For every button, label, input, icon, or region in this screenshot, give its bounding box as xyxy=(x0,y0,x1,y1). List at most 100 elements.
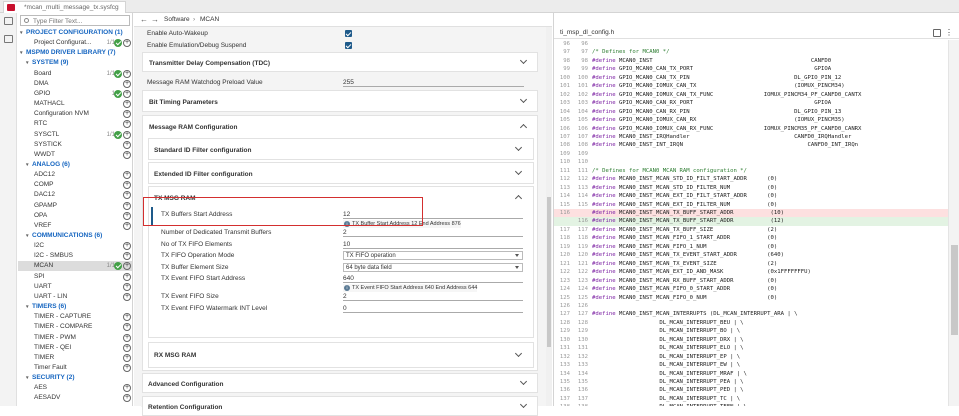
tree-item[interactable]: VREF + xyxy=(18,221,132,231)
tree-category[interactable]: ▾ SECURITY (2) xyxy=(18,373,132,383)
add-instance-icon[interactable]: + xyxy=(123,181,131,190)
add-instance-icon[interactable]: + xyxy=(123,343,131,352)
tree-item[interactable]: SYSCTL 1/1 + xyxy=(18,130,132,140)
add-instance-icon[interactable]: + xyxy=(123,69,131,78)
watchdog-field[interactable]: 255 xyxy=(343,78,524,87)
add-instance-icon[interactable]: + xyxy=(123,221,131,230)
tree-item[interactable]: MATHACL + xyxy=(18,99,132,109)
tx-field-input[interactable]: 640 xyxy=(343,274,523,284)
tree-item[interactable]: I2C + xyxy=(18,241,132,251)
tree-item[interactable]: TIMER - PWM + xyxy=(18,333,132,343)
chevron-up-icon[interactable] xyxy=(519,123,528,132)
tree-item[interactable]: I2C - SMBUS + xyxy=(18,251,132,261)
tree-item[interactable]: RTC + xyxy=(18,119,132,129)
add-instance-icon[interactable]: + xyxy=(123,79,131,88)
code-view[interactable]: 96 96 97 97 /* Defines for MCAN0 */ 98 98 #defi… xyxy=(554,40,949,406)
modules-icon[interactable] xyxy=(4,35,13,43)
tree-item[interactable]: GPIO1+ xyxy=(18,89,132,99)
add-instance-icon[interactable]: + xyxy=(123,252,131,261)
add-instance-icon[interactable]: + xyxy=(123,272,131,281)
tx-field-input[interactable]: 0 xyxy=(343,304,523,313)
tree-item[interactable]: WWDT + xyxy=(18,150,132,160)
tx-field-select[interactable]: 64 byte data field xyxy=(343,262,523,272)
add-instance-icon[interactable]: + xyxy=(123,394,131,403)
add-instance-icon[interactable]: + xyxy=(123,110,131,119)
tree-item[interactable]: UART - LIN + xyxy=(18,292,132,302)
add-instance-icon[interactable]: + xyxy=(123,39,131,48)
auto-wakeup-checkbox[interactable] xyxy=(345,30,352,37)
dropdown-caret-icon[interactable] xyxy=(515,265,519,269)
add-instance-icon[interactable]: + xyxy=(123,130,131,139)
tree-item[interactable]: Board 1/1 + xyxy=(18,69,132,79)
tree-item[interactable]: UART + xyxy=(18,282,132,292)
tree-item[interactable]: COMP + xyxy=(18,180,132,190)
add-instance-icon[interactable]: + xyxy=(123,120,131,129)
tx-field-input[interactable]: 10 xyxy=(343,240,523,249)
add-instance-icon[interactable]: + xyxy=(123,100,131,109)
add-instance-icon[interactable]: + xyxy=(123,323,131,332)
bit-timing-section[interactable]: Bit Timing Parameters xyxy=(142,90,538,112)
explorer-icon[interactable] xyxy=(4,17,13,25)
tree-item[interactable]: MCAN 1/1 + xyxy=(18,261,132,272)
add-instance-icon[interactable]: + xyxy=(123,282,131,291)
config-scrollbar[interactable] xyxy=(546,27,552,406)
tree-category[interactable]: ▾ TIMERS (6) xyxy=(18,302,132,312)
chevron-down-icon[interactable] xyxy=(519,56,528,65)
tx-field-input[interactable]: 2 xyxy=(343,292,523,302)
std-filter-section[interactable]: Standard ID Filter configuration xyxy=(148,138,534,160)
tree-item[interactable]: AES + xyxy=(18,383,132,393)
code-scrollbar-thumb[interactable] xyxy=(951,245,958,335)
add-instance-icon[interactable]: + xyxy=(123,211,131,220)
breadcrumb-root[interactable]: Software xyxy=(164,13,190,27)
add-instance-icon[interactable]: + xyxy=(123,363,131,372)
add-instance-icon[interactable]: + xyxy=(123,353,131,362)
advanced-section[interactable]: Advanced Configuration xyxy=(142,373,538,393)
tree-item[interactable]: SPI + xyxy=(18,272,132,282)
add-instance-icon[interactable]: + xyxy=(123,292,131,301)
rx-msg-ram-section[interactable]: RX MSG RAM xyxy=(148,342,534,368)
chevron-down-icon[interactable] xyxy=(519,377,528,386)
tx-field-input[interactable]: 2 xyxy=(343,228,523,237)
tree-item[interactable]: OPA + xyxy=(18,211,132,221)
dropdown-caret-icon[interactable] xyxy=(515,254,519,258)
retention-section[interactable]: Retention Configuration xyxy=(142,396,538,416)
chevron-up-icon[interactable] xyxy=(514,194,523,203)
chevron-down-icon[interactable] xyxy=(514,349,523,358)
chevron-down-icon[interactable] xyxy=(519,400,528,409)
tree-item[interactable]: SYSTICK + xyxy=(18,140,132,150)
add-instance-icon[interactable]: + xyxy=(123,89,131,98)
tree-category[interactable]: ▾ SYSTEM (9) xyxy=(18,58,132,68)
config-scrollbar-thumb[interactable] xyxy=(547,197,551,347)
add-instance-icon[interactable]: + xyxy=(123,140,131,149)
add-instance-icon[interactable]: + xyxy=(123,201,131,210)
tree-category[interactable]: ▾ COMMUNICATIONS (6) xyxy=(18,231,132,241)
tree-category[interactable]: ▾ ANALOG (6) xyxy=(18,160,132,170)
tree-item[interactable]: ADC12 + xyxy=(18,170,132,180)
chevron-down-icon[interactable] xyxy=(514,167,523,176)
tree-item[interactable]: Project Configurat... 1/1 + xyxy=(18,38,132,48)
chevron-down-icon[interactable] xyxy=(519,95,528,104)
add-instance-icon[interactable]: + xyxy=(123,333,131,342)
add-instance-icon[interactable]: + xyxy=(123,384,131,393)
tree-item[interactable]: TIMER - QEI + xyxy=(18,343,132,353)
add-instance-icon[interactable]: + xyxy=(123,150,131,159)
emulation-checkbox[interactable] xyxy=(345,42,352,49)
forward-arrow-icon[interactable]: → xyxy=(151,13,159,27)
message-ram-title[interactable]: Message RAM Configuration xyxy=(149,124,237,131)
code-scrollbar[interactable] xyxy=(948,40,959,406)
filter-box[interactable] xyxy=(20,15,130,26)
chevron-down-icon[interactable] xyxy=(514,143,523,152)
tree-item[interactable]: DMA + xyxy=(18,79,132,89)
tree-item[interactable]: DAC12 + xyxy=(18,190,132,200)
save-icon[interactable] xyxy=(933,29,941,37)
tree-item[interactable]: TIMER - CAPTURE + xyxy=(18,312,132,322)
add-instance-icon[interactable]: + xyxy=(123,262,131,271)
tree-item[interactable]: TIMER - COMPARE + xyxy=(18,322,132,332)
add-instance-icon[interactable]: + xyxy=(123,313,131,322)
tx-field-select[interactable]: TX FIFO operation xyxy=(343,251,523,261)
add-instance-icon[interactable]: + xyxy=(123,191,131,200)
filter-input[interactable] xyxy=(33,17,127,25)
tree-item[interactable]: AESADV + xyxy=(18,393,132,403)
editor-tab[interactable]: *mcan_multi_message_tx.sysfcg xyxy=(3,1,126,13)
tree-item[interactable]: Timer Fault + xyxy=(18,363,132,373)
